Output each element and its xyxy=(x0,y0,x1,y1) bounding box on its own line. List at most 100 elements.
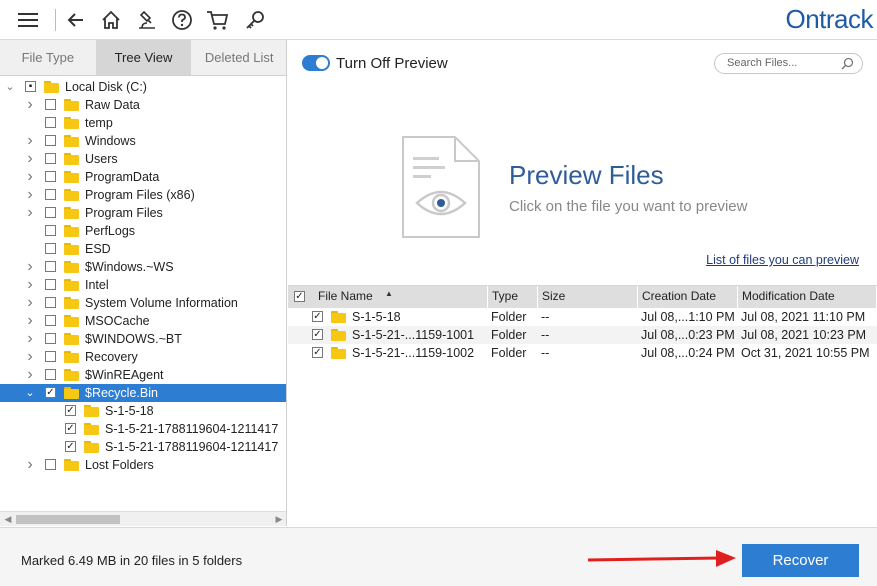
tree-item-checkbox[interactable] xyxy=(45,171,56,182)
tree-item[interactable]: › MSOCache xyxy=(0,312,286,330)
tree-item-checkbox[interactable] xyxy=(45,351,56,362)
chevron-right-icon[interactable]: › xyxy=(25,132,35,150)
tree-item-checkbox[interactable] xyxy=(45,279,56,290)
tree-item[interactable]: › Intel xyxy=(0,276,286,294)
table-row[interactable]: ✓ S-1-5-21-...1159-1002 Folder -- Jul 08,...… xyxy=(288,344,877,362)
scrollbar-thumb[interactable] xyxy=(16,515,120,524)
tree-item[interactable]: › ProgramData xyxy=(0,168,286,186)
chevron-right-icon[interactable]: › xyxy=(25,330,35,348)
chevron-right-icon[interactable]: › xyxy=(25,276,35,294)
previewable-files-link[interactable]: List of files you can preview xyxy=(706,253,859,267)
chevron-right-icon[interactable]: › xyxy=(25,204,35,222)
folder-icon xyxy=(64,243,79,255)
chevron-right-icon[interactable]: › xyxy=(25,294,35,312)
tree-item[interactable]: ✓ S-1-5-21-1788119604-1211417 xyxy=(0,420,286,438)
column-file-name[interactable]: ✓ File Name ▲ xyxy=(288,286,488,308)
scan-microscope-icon[interactable] xyxy=(135,8,159,32)
tree-item[interactable]: › $WinREAgent xyxy=(0,366,286,384)
tree-item-checkbox[interactable] xyxy=(45,207,56,218)
folder-icon xyxy=(64,279,79,291)
tree-item-checkbox[interactable] xyxy=(45,459,56,470)
search-icon[interactable] xyxy=(841,57,854,73)
cell-created: Jul 08,...0:23 PM xyxy=(641,328,735,342)
folder-icon xyxy=(331,347,346,359)
search-files-input[interactable]: Search Files... xyxy=(714,53,863,74)
tree-item-checkbox[interactable] xyxy=(45,315,56,326)
tree-item-checkbox[interactable]: ✓ xyxy=(65,441,76,452)
tree-item-checkbox[interactable] xyxy=(45,333,56,344)
help-icon[interactable] xyxy=(170,8,194,32)
tab-deleted-list[interactable]: Deleted List xyxy=(191,40,286,75)
back-arrow-icon[interactable] xyxy=(64,8,88,32)
tree-item[interactable]: › Program Files (x86) xyxy=(0,186,286,204)
ontrack-logo: Ontrack xyxy=(785,4,873,34)
tree-item-checkbox[interactable]: ✓ xyxy=(65,423,76,434)
chevron-right-icon[interactable]: › xyxy=(25,150,35,168)
tree-item[interactable]: ESD xyxy=(0,240,286,258)
row-checkbox[interactable]: ✓ xyxy=(312,347,323,358)
chevron-right-icon[interactable]: › xyxy=(25,168,35,186)
tree-item[interactable]: ✓ S-1-5-18 xyxy=(0,402,286,420)
table-row[interactable]: ✓ S-1-5-18 Folder -- Jul 08,...1:10 PM Jul 08… xyxy=(288,308,877,326)
column-modification-date[interactable]: Modification Date xyxy=(738,286,877,308)
tree-item-checkbox[interactable] xyxy=(45,117,56,128)
row-checkbox[interactable]: ✓ xyxy=(312,329,323,340)
tree-item[interactable]: › System Volume Information xyxy=(0,294,286,312)
chevron-right-icon[interactable]: › xyxy=(25,348,35,366)
chevron-right-icon[interactable]: › xyxy=(25,186,35,204)
table-row[interactable]: ✓ S-1-5-21-...1159-1001 Folder -- Jul 08,...… xyxy=(288,326,877,344)
tree-item[interactable]: › $Windows.~WS xyxy=(0,258,286,276)
chevron-down-icon[interactable]: ⌄ xyxy=(25,384,35,402)
tree-item[interactable]: PerfLogs xyxy=(0,222,286,240)
preview-toggle[interactable] xyxy=(302,55,330,71)
preview-pane: Turn Off Preview Search Files... Preview… xyxy=(288,40,877,526)
column-size[interactable]: Size xyxy=(538,286,638,308)
key-icon[interactable] xyxy=(243,8,267,32)
tab-file-type[interactable]: File Type xyxy=(0,40,96,75)
scroll-left-icon[interactable]: ◀ xyxy=(1,513,15,526)
tree-item-checkbox[interactable]: ✓ xyxy=(65,405,76,416)
tree-item[interactable]: › $WINDOWS.~BT xyxy=(0,330,286,348)
scroll-right-icon[interactable]: ▶ xyxy=(272,513,286,526)
chevron-down-icon[interactable]: ⌄ xyxy=(5,78,15,96)
tree-item-checkbox[interactable] xyxy=(45,99,56,110)
column-creation-date[interactable]: Creation Date xyxy=(638,286,738,308)
tree-item[interactable]: temp xyxy=(0,114,286,132)
folder-icon xyxy=(331,329,346,341)
tree-item-checkbox[interactable] xyxy=(45,135,56,146)
tree-item-checkbox[interactable] xyxy=(45,297,56,308)
chevron-right-icon[interactable]: › xyxy=(25,96,35,114)
recover-button[interactable]: Recover xyxy=(742,544,859,577)
tree-item-checkbox[interactable] xyxy=(45,243,56,254)
menu-icon[interactable] xyxy=(16,8,40,32)
tree-item-checkbox[interactable] xyxy=(45,153,56,164)
chevron-right-icon[interactable]: › xyxy=(25,312,35,330)
tree-item-checkbox[interactable] xyxy=(45,225,56,236)
tab-tree-view[interactable]: Tree View xyxy=(95,40,192,75)
tree-item[interactable]: ✓ S-1-5-21-1788119604-1211417 xyxy=(0,438,286,456)
cart-icon[interactable] xyxy=(206,8,230,32)
tree-item[interactable]: › Raw Data xyxy=(0,96,286,114)
chevron-right-icon[interactable]: › xyxy=(25,366,35,384)
tree-item-checkbox[interactable] xyxy=(45,369,56,380)
tree-item[interactable]: › Lost Folders xyxy=(0,456,286,474)
home-icon[interactable] xyxy=(99,8,123,32)
tree-item[interactable]: › Users xyxy=(0,150,286,168)
column-type[interactable]: Type xyxy=(488,286,538,308)
tree-item[interactable]: ⌄ ✓ $Recycle.Bin xyxy=(0,384,286,402)
tree-item[interactable]: › Recovery xyxy=(0,348,286,366)
horizontal-scrollbar[interactable]: ◀ ▶ xyxy=(0,511,286,526)
tree-item-checkbox[interactable] xyxy=(45,189,56,200)
tree-item[interactable]: › Windows xyxy=(0,132,286,150)
chevron-right-icon[interactable]: › xyxy=(25,258,35,276)
tree-item-checkbox[interactable]: ▪ xyxy=(25,81,36,92)
folder-icon xyxy=(64,207,79,219)
row-checkbox[interactable]: ✓ xyxy=(312,311,323,322)
chevron-right-icon[interactable]: › xyxy=(25,456,35,474)
tree-item-label: $WINDOWS.~BT xyxy=(85,332,182,346)
tree-item-checkbox[interactable]: ✓ xyxy=(45,387,56,398)
tree-item-checkbox[interactable] xyxy=(45,261,56,272)
select-all-checkbox[interactable]: ✓ xyxy=(294,291,305,302)
tree-item[interactable]: ⌄ ▪ Local Disk (C:) xyxy=(0,78,286,96)
tree-item[interactable]: › Program Files xyxy=(0,204,286,222)
